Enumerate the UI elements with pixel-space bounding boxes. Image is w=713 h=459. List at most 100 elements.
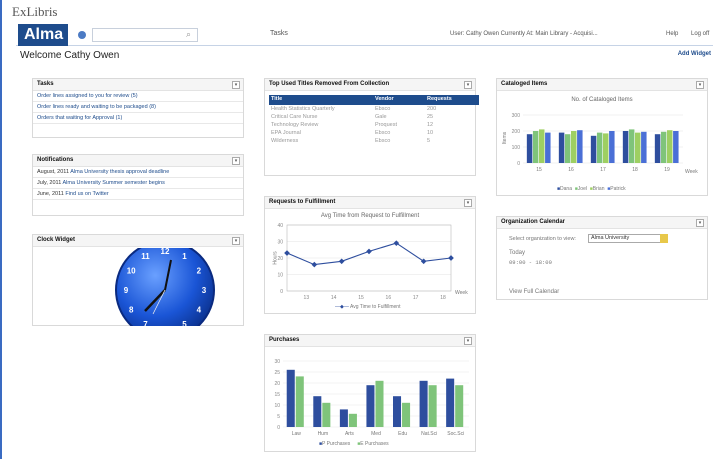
- dropdown-icon[interactable]: [660, 234, 668, 243]
- today-hours: 09:00 - 18:00: [509, 259, 552, 266]
- table-cell: Wilderness: [271, 138, 299, 144]
- x-tick-label: 17: [413, 295, 419, 301]
- y-tick-label: 5: [277, 414, 280, 420]
- task-item[interactable]: Orders that waiting for Approval (1): [33, 113, 243, 124]
- app-frame: ExLibris Alma ▸ ⌕ Tasks User: Cathy Owen…: [0, 0, 713, 459]
- organization-select[interactable]: Alma University: [588, 234, 662, 243]
- legend-label: Patrick: [610, 186, 626, 192]
- notifications-widget: Notifications ▾ August, 2011 Alma Univer…: [32, 154, 244, 216]
- bar: [635, 132, 641, 163]
- clock-number: 7: [143, 320, 148, 326]
- widget-title: Top Used Titles Removed From Collection: [269, 81, 390, 87]
- widget-menu-button[interactable]: ▾: [232, 81, 240, 89]
- y-tick-label: 30: [274, 359, 280, 365]
- bar: [428, 385, 437, 427]
- user-location-info[interactable]: User: Cathy Owen Currently At: Main Libr…: [450, 31, 598, 37]
- table-row[interactable]: Critical Care Nurse Gale 25: [269, 113, 479, 121]
- widget-menu-button[interactable]: ▾: [696, 81, 704, 89]
- y-tick-label: 100: [512, 145, 521, 151]
- bar: [609, 131, 615, 163]
- chart-legend: ■P Purchases ■E Purchases: [319, 441, 389, 447]
- x-tick-label: Hum: [318, 431, 329, 437]
- widget-title: Cataloged Items: [501, 81, 548, 87]
- task-item[interactable]: Order lines ready and waiting to be pack…: [33, 102, 243, 113]
- clock-number: 9: [124, 286, 129, 295]
- bar: [603, 133, 609, 163]
- bar: [628, 129, 635, 163]
- bar: [446, 378, 455, 427]
- table-cell: EPA Journal: [271, 130, 301, 136]
- bar: [295, 376, 304, 427]
- table-header: Title Vendor Requests: [269, 95, 479, 105]
- notification-text[interactable]: Find us on Twitter: [65, 191, 108, 197]
- column-header[interactable]: Requests: [425, 95, 479, 105]
- x-tick-label: 16: [568, 167, 574, 173]
- add-widget-link[interactable]: Add Widget: [678, 51, 711, 57]
- cataloged-items-widget: Cataloged Items ▾ No. of Cataloged Items…: [496, 78, 708, 196]
- legend-marker: —◆—: [335, 304, 349, 310]
- widget-menu-button[interactable]: ▾: [464, 81, 472, 89]
- search-icon[interactable]: ⌕: [186, 29, 191, 40]
- help-link[interactable]: Help: [666, 31, 678, 37]
- widget-title: Organization Calendar: [501, 219, 566, 225]
- clock-number: 3: [202, 286, 207, 295]
- notification-date: July, 2011: [37, 180, 62, 186]
- bar: [322, 402, 331, 427]
- exlibris-logo: ExLibris: [12, 4, 58, 19]
- table-row[interactable]: Wilderness Ebsco 5: [269, 137, 479, 145]
- table-cell: Critical Care Nurse: [271, 114, 318, 120]
- bar: [339, 409, 348, 427]
- table-cell: Ebsco: [375, 130, 391, 136]
- data-point: [448, 255, 454, 261]
- chart-legend: —◆— Avg Time to Fulfillment: [335, 304, 400, 310]
- task-item[interactable]: Order lines assigned to you for review (…: [33, 91, 243, 102]
- table-row[interactable]: Technology Review Proquest 12: [269, 121, 479, 129]
- search-scope-icon[interactable]: [78, 31, 86, 39]
- table-cell: Technology Review: [271, 122, 319, 128]
- widget-menu-button[interactable]: ▾: [464, 337, 472, 345]
- tasks-link[interactable]: Tasks: [270, 30, 288, 37]
- view-full-calendar-link[interactable]: View Full Calendar: [509, 289, 559, 295]
- x-tick-label: 18: [440, 295, 446, 301]
- chart-legend: ■Dana ■Joel ■Brian ■Patrick: [557, 186, 626, 192]
- notification-text[interactable]: Alma University Summer semester begins: [63, 180, 165, 186]
- table-row[interactable]: EPA Journal Ebsco 10: [269, 129, 479, 137]
- widget-title: Clock Widget: [37, 237, 75, 243]
- bar: [402, 402, 411, 427]
- table-cell: Ebsco: [375, 138, 391, 144]
- clock-number: 11: [141, 252, 150, 261]
- notification-item[interactable]: June, 2011 Find us on Twitter: [33, 189, 243, 200]
- table-row[interactable]: Health Statistics Quarterly Ebsco 200: [269, 105, 479, 113]
- brand-bar: ExLibris: [12, 0, 712, 22]
- widget-menu-button[interactable]: ▾: [232, 157, 240, 165]
- organization-calendar-widget: Organization Calendar ▾ Select organizat…: [496, 216, 708, 300]
- column-header[interactable]: Title: [269, 95, 373, 105]
- x-tick-label: Soc.Sci: [447, 431, 464, 437]
- legend-label: Joel: [577, 186, 587, 192]
- table-cell: 5: [427, 138, 431, 144]
- bar: [286, 369, 295, 427]
- search-input[interactable]: [92, 28, 198, 42]
- top-titles-table: Title Vendor Requests Health Statistics …: [269, 95, 479, 145]
- x-tick-label: 13: [304, 295, 310, 301]
- logoff-link[interactable]: Log off: [691, 31, 709, 37]
- x-tick-label: 14: [331, 295, 337, 301]
- widget-header: Tasks ▾: [33, 79, 243, 91]
- notification-item[interactable]: July, 2011 Alma University Summer semest…: [33, 178, 243, 189]
- widget-header: Notifications ▾: [33, 155, 243, 167]
- widget-header: Cataloged Items ▾: [497, 79, 707, 91]
- legend-label: E Purchases: [360, 441, 389, 447]
- x-tick-label: 16: [386, 295, 392, 301]
- alma-logo[interactable]: Alma ▸: [18, 24, 68, 60]
- widget-menu-button[interactable]: ▾: [232, 237, 240, 245]
- widget-menu-button[interactable]: ▾: [696, 219, 704, 227]
- table-cell: 12: [427, 122, 434, 128]
- bar: [654, 134, 661, 163]
- notification-text[interactable]: Alma University thesis approval deadline: [70, 169, 169, 175]
- y-tick-label: 0: [277, 425, 280, 431]
- notification-item[interactable]: August, 2011 Alma University thesis appr…: [33, 167, 243, 178]
- data-point: [393, 240, 400, 246]
- widget-menu-button[interactable]: ▾: [464, 199, 472, 207]
- column-header[interactable]: Vendor: [373, 95, 425, 105]
- x-tick-label: 18: [632, 167, 638, 173]
